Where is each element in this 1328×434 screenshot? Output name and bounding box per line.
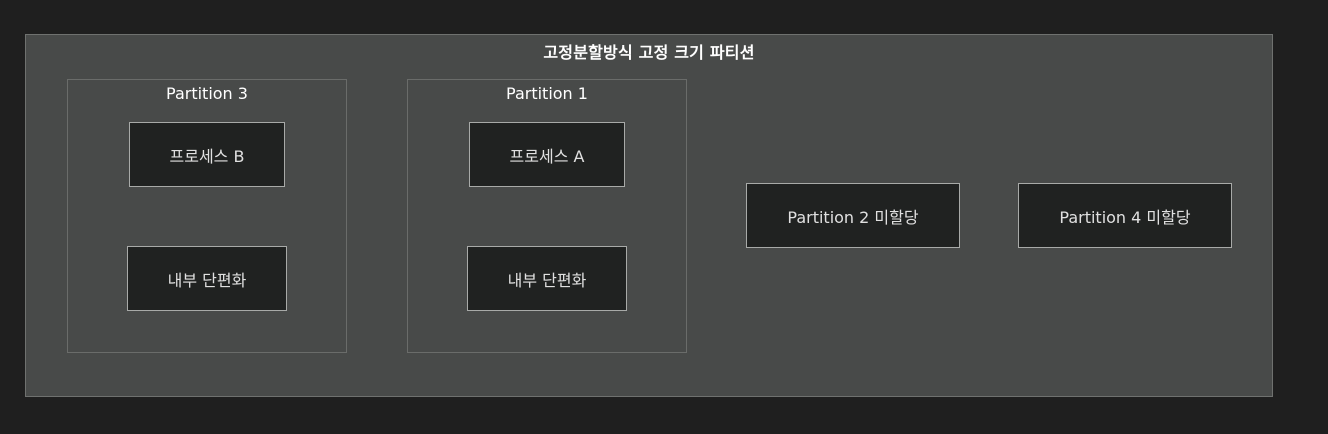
partition-1-container: Partition 1 프로세스 A 내부 단편화 [407, 79, 687, 353]
partition-3-title: Partition 3 [166, 84, 248, 103]
diagram-canvas: 고정분할방식 고정 크기 파티션 Partition 3 프로세스 B 내부 단… [0, 0, 1328, 434]
process-b-node[interactable]: 프로세스 B [129, 122, 285, 187]
partition-1-fragment-node[interactable]: 내부 단편화 [467, 246, 627, 311]
partition-1-title: Partition 1 [506, 84, 588, 103]
partition-2-unallocated-node[interactable]: Partition 2 미할당 [746, 183, 960, 248]
fixed-partition-group: 고정분할방식 고정 크기 파티션 Partition 3 프로세스 B 내부 단… [25, 34, 1273, 397]
process-a-node[interactable]: 프로세스 A [469, 122, 625, 187]
partition-3-container: Partition 3 프로세스 B 내부 단편화 [67, 79, 347, 353]
partition-3-fragment-node[interactable]: 내부 단편화 [127, 246, 287, 311]
partition-4-unallocated-node[interactable]: Partition 4 미할당 [1018, 183, 1232, 248]
group-title: 고정분할방식 고정 크기 파티션 [543, 43, 755, 62]
